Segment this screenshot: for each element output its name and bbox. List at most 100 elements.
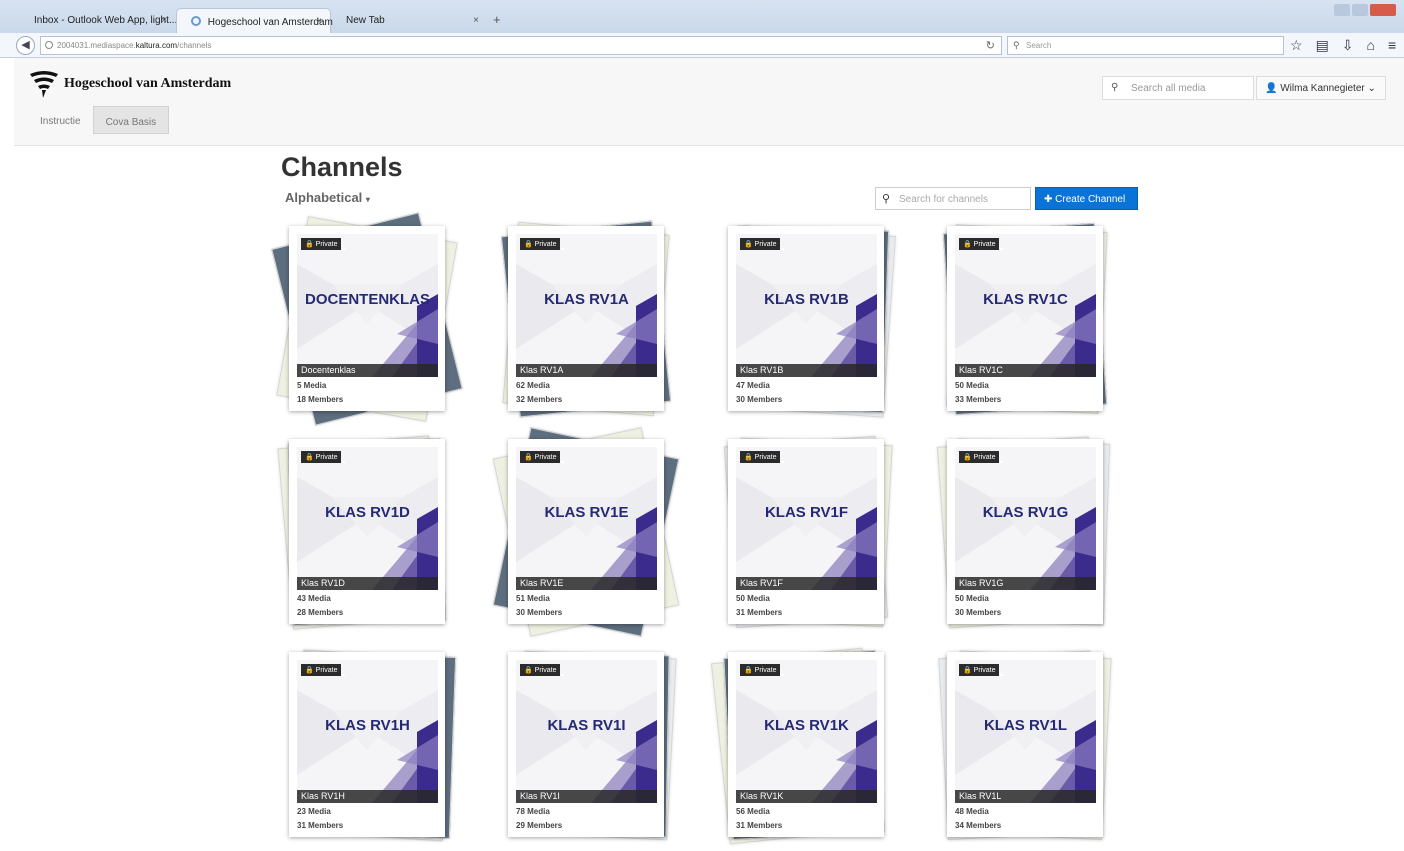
channel-name[interactable]: Docentenklas [297,364,438,377]
private-label: Private [973,241,996,248]
channel-name[interactable]: Klas RV1E [516,577,657,590]
private-badge: 🔒 Private [520,664,565,676]
plus-icon: ✚ [1044,194,1053,205]
user-menu[interactable]: 👤 Wilma Kannegieter ⌄ [1256,76,1386,100]
sort-dropdown[interactable]: Alphabetical ▾ [285,190,370,205]
channel-name[interactable]: Klas RV1D [297,577,438,590]
channel-card-front[interactable]: 🔒 Private DOCENTENKLAS Docentenklas 5 Me… [289,226,445,411]
channel-card-front[interactable]: 🔒 Private KLAS RV1C Klas RV1C 50 Media 3… [947,226,1103,411]
channel-name[interactable]: Klas RV1I [516,790,657,803]
address-bar[interactable]: 2004031.mediaspace.kaltura.com/channels … [40,36,1002,55]
channel-card[interactable]: 🔒 Private DOCENTENKLAS Docentenklas 5 Me… [271,212,463,426]
channel-card-front[interactable]: 🔒 Private KLAS RV1D Klas RV1D 43 Media 2… [289,439,445,624]
channel-card[interactable]: 🔒 Private KLAS RV1E Klas RV1E 51 Media 3… [492,427,680,637]
channel-member-count: 34 Members [955,821,1002,830]
channel-card-front[interactable]: 🔒 Private KLAS RV1I Klas RV1I 78 Media 2… [508,652,664,837]
lock-icon: 🔒 [524,454,533,461]
channel-card[interactable]: 🔒 Private KLAS RV1H Klas RV1H 23 Media 3… [289,649,457,842]
subnav-item-cova-basis[interactable]: Cova Basis [92,106,170,134]
channel-thumbnail[interactable]: 🔒 Private KLAS RV1H [297,660,438,803]
globe-icon [45,41,53,49]
channel-name[interactable]: Klas RV1B [736,364,877,377]
channel-name[interactable]: Klas RV1K [736,790,877,803]
tab-new[interactable]: New Tab × [332,8,487,33]
channel-thumbnail[interactable]: 🔒 Private KLAS RV1G [955,447,1096,590]
channel-name[interactable]: Klas RV1G [955,577,1096,590]
channel-card[interactable]: 🔒 Private KLAS RV1L Klas RV1L 48 Media 3… [938,650,1112,841]
channel-name[interactable]: Klas RV1A [516,364,657,377]
channel-name[interactable]: Klas RV1F [736,577,877,590]
channel-name[interactable]: Klas RV1L [955,790,1096,803]
channel-card[interactable]: 🔒 Private KLAS RV1A Klas RV1A 62 Media 3… [500,220,672,418]
new-tab-plus-icon[interactable]: + [493,12,501,27]
channel-media-count: 50 Media [736,594,770,603]
channel-card-front[interactable]: 🔒 Private KLAS RV1L Klas RV1L 48 Media 3… [947,652,1103,837]
channel-thumbnail[interactable]: 🔒 Private KLAS RV1A [516,234,657,377]
channel-card[interactable]: 🔒 Private KLAS RV1F Klas RV1F 50 Media 3… [723,435,893,629]
maximize-icon[interactable] [1352,4,1368,16]
browser-search-input[interactable]: ⚲ Search [1007,36,1284,55]
channel-thumb-title: KLAS RV1F [764,504,849,521]
tab-outlook[interactable]: Inbox - Outlook Web App, light... × [20,8,177,33]
bookmark-star-icon[interactable]: ☆ [1290,37,1303,54]
close-icon[interactable]: × [316,16,322,27]
channel-card-front[interactable]: 🔒 Private KLAS RV1B Klas RV1B 47 Media 3… [728,226,884,411]
url-prefix: 2004031.mediaspace. [57,41,136,50]
channel-card-front[interactable]: 🔒 Private KLAS RV1G Klas RV1G 50 Media 3… [947,439,1103,624]
lock-icon: 🔒 [744,667,753,674]
browser-tab-bar: Inbox - Outlook Web App, light... × Hoge… [0,0,1404,33]
channel-member-count: 31 Members [736,608,783,617]
channel-card-front[interactable]: 🔒 Private KLAS RV1E Klas RV1E 51 Media 3… [508,439,664,624]
menu-icon[interactable]: ≡ [1388,37,1396,54]
channel-thumbnail[interactable]: 🔒 Private KLAS RV1F [736,447,877,590]
channel-card-front[interactable]: 🔒 Private KLAS RV1F Klas RV1F 50 Media 3… [728,439,884,624]
channel-search-placeholder: Search for channels [899,194,988,205]
channel-media-count: 23 Media [297,807,331,816]
channel-card-front[interactable]: 🔒 Private KLAS RV1H Klas RV1H 23 Media 3… [289,652,445,837]
channel-thumb-title: KLAS RV1D [325,504,410,521]
channel-thumbnail[interactable]: 🔒 Private KLAS RV1K [736,660,877,803]
channel-card[interactable]: 🔒 Private KLAS RV1I Klas RV1I 78 Media 2… [508,650,677,841]
channel-card-front[interactable]: 🔒 Private KLAS RV1A Klas RV1A 62 Media 3… [508,226,664,411]
window-close-icon[interactable] [1370,4,1396,16]
channel-card[interactable]: 🔒 Private KLAS RV1K Klas RV1K 56 Media 3… [710,647,885,845]
create-channel-button[interactable]: ✚ Create Channel [1035,187,1138,210]
window-controls [1334,4,1396,16]
search-all-media-input[interactable]: ⚲ Search all media [1102,76,1254,100]
private-badge: 🔒 Private [740,664,785,676]
site-header: Hogeschool van Amsterdam Instructie Cova… [14,58,1404,146]
brand-name[interactable]: Hogeschool van Amsterdam [64,76,231,92]
search-icon: ⚲ [1013,40,1020,50]
channel-name[interactable]: Klas RV1C [955,364,1096,377]
channel-card-front[interactable]: 🔒 Private KLAS RV1K Klas RV1K 56 Media 3… [728,652,884,837]
lock-icon: 🔒 [524,667,533,674]
channel-card[interactable]: 🔒 Private KLAS RV1G Klas RV1G 50 Media 3… [936,436,1111,629]
channel-member-count: 18 Members [297,395,344,404]
download-icon[interactable]: ⇩ [1342,37,1354,54]
back-arrow-icon[interactable]: ◀ [16,36,35,55]
channel-card[interactable]: 🔒 Private KLAS RV1B Klas RV1B 47 Media 3… [728,225,897,418]
channel-thumbnail[interactable]: 🔒 Private KLAS RV1B [736,234,877,377]
channel-name[interactable]: Klas RV1H [297,790,438,803]
minimize-icon[interactable] [1334,4,1350,16]
tab-hogeschool[interactable]: Hogeschool van Amsterdam × [176,8,333,33]
favicon-icon [191,16,201,26]
reload-icon[interactable]: ↻ [986,39,995,52]
lock-icon: 🔒 [963,454,972,461]
private-badge: 🔒 Private [959,238,1004,250]
subnav-item-instructie[interactable]: Instructie [28,106,93,134]
channel-search-input[interactable]: ⚲ Search for channels [875,187,1031,210]
channel-thumbnail[interactable]: 🔒 Private DOCENTENKLAS [297,234,438,377]
channel-thumbnail[interactable]: 🔒 Private KLAS RV1L [955,660,1096,803]
channel-thumbnail[interactable]: 🔒 Private KLAS RV1I [516,660,657,803]
channel-thumbnail[interactable]: 🔒 Private KLAS RV1D [297,447,438,590]
close-icon[interactable]: × [161,15,167,26]
channel-card[interactable]: 🔒 Private KLAS RV1C Klas RV1C 50 Media 3… [942,222,1108,416]
close-icon[interactable]: × [473,15,479,26]
hva-logo-icon[interactable] [28,68,60,98]
home-icon[interactable]: ⌂ [1367,37,1375,54]
channel-thumbnail[interactable]: 🔒 Private KLAS RV1E [516,447,657,590]
clipboard-icon[interactable]: ▤ [1316,37,1329,54]
channel-thumbnail[interactable]: 🔒 Private KLAS RV1C [955,234,1096,377]
channel-card[interactable]: 🔒 Private KLAS RV1D Klas RV1D 43 Media 2… [277,435,447,630]
